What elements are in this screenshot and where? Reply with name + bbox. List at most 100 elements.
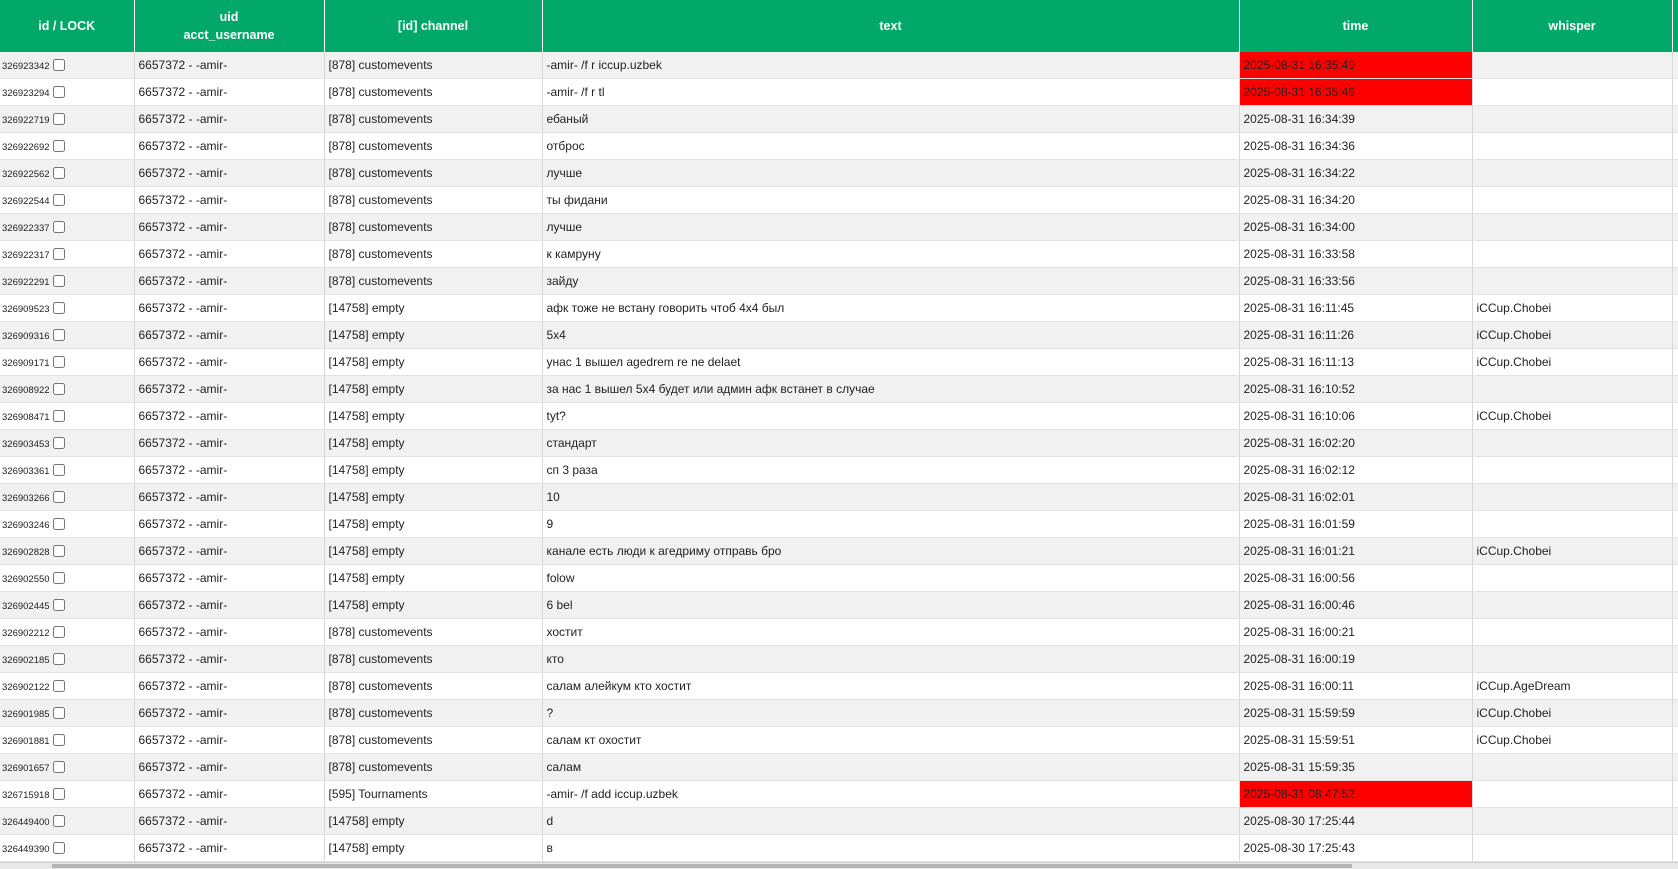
row-id: 326908922 (2, 384, 50, 396)
row-whisper (1472, 510, 1673, 538)
lock-checkbox[interactable] (52, 436, 65, 449)
row-time: 2025-08-31 15:59:51 (1239, 726, 1473, 754)
row-user: 6657372 - -amir- (134, 456, 325, 484)
row-user: 6657372 - -amir- (134, 429, 325, 457)
lock-checkbox[interactable] (52, 193, 65, 206)
row-user: 6657372 - -amir- (134, 780, 325, 808)
table-row: 326909316 6657372 - -amir- [14758] empty 5x… (0, 321, 1678, 349)
row-whisper (1472, 186, 1673, 214)
row-id-cell: 326902828 (0, 537, 135, 565)
lock-checkbox[interactable] (52, 247, 65, 260)
lock-checkbox[interactable] (52, 166, 65, 179)
row-id: 326449390 (2, 843, 50, 855)
lock-checkbox[interactable] (52, 301, 65, 314)
table-row: 326903246 6657372 - -amir- [14758] empty 9 2… (0, 510, 1678, 538)
col-header-acct-username-label: acct_username (183, 28, 275, 42)
row-channel: [878] customevents (324, 726, 543, 754)
row-channel: [878] customevents (324, 105, 543, 133)
row-whisper: iCCup.Chobei (1472, 726, 1673, 754)
table-row: 326922719 6657372 - -amir- [878] customeve… (0, 105, 1678, 133)
col-header-uid[interactable]: uid acct_username (134, 0, 325, 52)
lock-checkbox[interactable] (52, 625, 65, 638)
row-user: 6657372 - -amir- (134, 78, 325, 106)
row-text: 6 bel (542, 591, 1240, 619)
row-time: 2025-08-31 16:00:56 (1239, 564, 1473, 592)
row-id: 326909316 (2, 330, 50, 342)
lock-checkbox[interactable] (52, 58, 65, 71)
lock-checkbox[interactable] (52, 517, 65, 530)
row-id-cell: 326922719 (0, 105, 135, 133)
lock-checkbox[interactable] (52, 706, 65, 719)
row-id: 326922692 (2, 141, 50, 153)
col-header-id-lock[interactable]: id / LOCK (0, 0, 135, 52)
log-table-viewport: id / LOCK uid acct_username [id] channel… (0, 0, 1678, 869)
lock-checkbox[interactable] (52, 463, 65, 476)
row-extra (1672, 52, 1678, 79)
col-header-text[interactable]: text (542, 0, 1240, 52)
lock-checkbox[interactable] (52, 274, 65, 287)
row-user: 6657372 - -amir- (134, 807, 325, 835)
row-time: 2025-08-31 16:01:21 (1239, 537, 1473, 565)
row-whisper (1472, 456, 1673, 484)
lock-checkbox[interactable] (52, 112, 65, 125)
row-user: 6657372 - -amir- (134, 753, 325, 781)
lock-checkbox[interactable] (52, 760, 65, 773)
chat-log-table: id / LOCK uid acct_username [id] channel… (0, 0, 1678, 862)
row-id-cell: 326922692 (0, 132, 135, 160)
lock-checkbox[interactable] (52, 409, 65, 422)
table-row: 326902828 6657372 - -amir- [14758] empty ка… (0, 537, 1678, 565)
row-text: d (542, 807, 1240, 835)
col-header-channel[interactable]: [id] channel (324, 0, 543, 52)
row-channel: [878] customevents (324, 159, 543, 187)
row-id-cell: 326449390 (0, 834, 135, 862)
lock-checkbox[interactable] (52, 382, 65, 395)
table-row: 326901657 6657372 - -amir- [878] customeve… (0, 753, 1678, 781)
lock-checkbox[interactable] (52, 328, 65, 341)
lock-checkbox[interactable] (52, 85, 65, 98)
row-user: 6657372 - -amir- (134, 564, 325, 592)
lock-checkbox[interactable] (52, 544, 65, 557)
col-header-time[interactable]: time (1239, 0, 1473, 52)
row-whisper (1472, 267, 1673, 295)
row-id: 326922719 (2, 114, 50, 126)
row-extra (1672, 699, 1678, 727)
col-header-whisper[interactable]: whisper (1472, 0, 1673, 52)
lock-checkbox[interactable] (52, 355, 65, 368)
row-channel: [878] customevents (324, 213, 543, 241)
table-row: 326923294 6657372 - -amir- [878] customeve… (0, 78, 1678, 106)
lock-checkbox[interactable] (52, 652, 65, 665)
row-extra (1672, 753, 1678, 781)
row-extra (1672, 429, 1678, 457)
lock-checkbox[interactable] (52, 139, 65, 152)
lock-checkbox[interactable] (52, 814, 65, 827)
table-header: id / LOCK uid acct_username [id] channel… (0, 0, 1678, 52)
row-whisper: iCCup.Chobei (1472, 699, 1673, 727)
lock-checkbox[interactable] (52, 571, 65, 584)
row-id: 326901657 (2, 762, 50, 774)
lock-checkbox[interactable] (52, 490, 65, 503)
lock-checkbox[interactable] (52, 679, 65, 692)
row-id-cell: 326902212 (0, 618, 135, 646)
row-extra (1672, 186, 1678, 214)
row-channel: [878] customevents (324, 240, 543, 268)
lock-checkbox[interactable] (52, 787, 65, 800)
row-time: 2025-08-31 16:33:58 (1239, 240, 1473, 268)
scrollbar-thumb[interactable] (52, 864, 1352, 868)
row-text: к камруну (542, 240, 1240, 268)
table-row: 326902212 6657372 - -amir- [878] customeve… (0, 618, 1678, 646)
lock-checkbox[interactable] (52, 598, 65, 611)
row-id-cell: 326902185 (0, 645, 135, 673)
table-row: 326908471 6657372 - -amir- [14758] empty ty… (0, 402, 1678, 430)
lock-checkbox[interactable] (52, 733, 65, 746)
row-text: tyt? (542, 402, 1240, 430)
row-text: лучше (542, 213, 1240, 241)
row-channel: [14758] empty (324, 456, 543, 484)
row-whisper: iCCup.Chobei (1472, 321, 1673, 349)
lock-checkbox[interactable] (52, 841, 65, 854)
lock-checkbox[interactable] (52, 220, 65, 233)
row-text: ты фидани (542, 186, 1240, 214)
row-user: 6657372 - -amir- (134, 726, 325, 754)
row-whisper: iCCup.Chobei (1472, 348, 1673, 376)
row-time: 2025-08-31 16:35:49 (1239, 52, 1473, 79)
horizontal-scrollbar[interactable] (0, 862, 1678, 869)
